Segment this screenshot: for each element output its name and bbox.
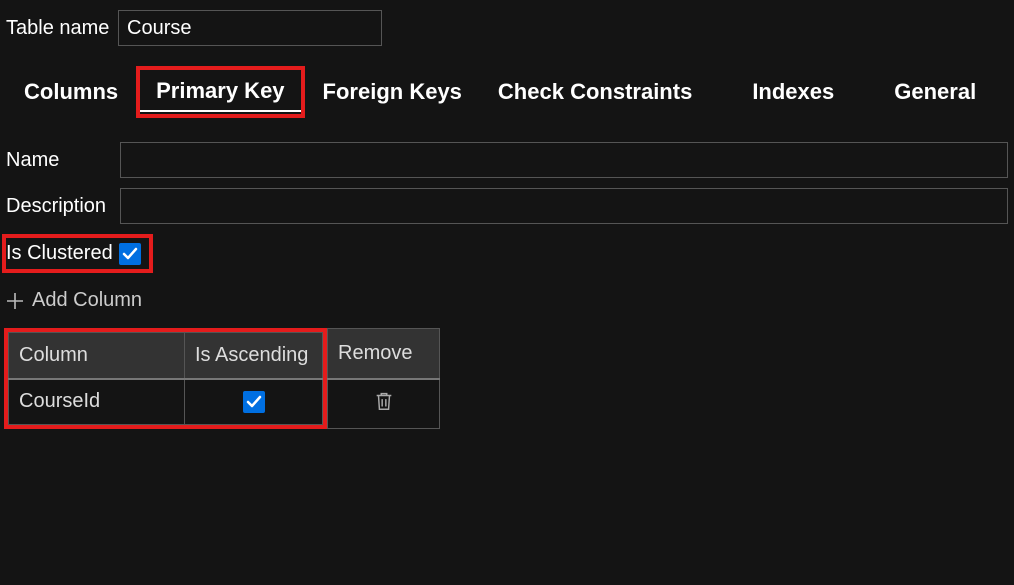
check-icon — [246, 394, 262, 410]
tab-columns[interactable]: Columns — [8, 73, 134, 111]
pk-header-remove: Remove — [328, 329, 440, 379]
pk-description-label: Description — [6, 195, 120, 218]
pk-name-input[interactable] — [120, 142, 1008, 178]
trash-icon — [373, 390, 395, 412]
tab-check-constraints[interactable]: Check Constraints — [482, 73, 708, 111]
pk-header-column: Column — [9, 333, 185, 379]
plus-icon — [6, 292, 24, 310]
check-icon — [122, 246, 138, 262]
tab-general[interactable]: General — [878, 73, 992, 111]
tab-indexes[interactable]: Indexes — [736, 73, 850, 111]
pk-description-input[interactable] — [120, 188, 1008, 224]
pk-row-column-name[interactable]: CourseId — [9, 379, 185, 425]
tab-foreign-keys[interactable]: Foreign Keys — [307, 73, 478, 111]
pk-is-clustered-label: Is Clustered — [6, 242, 113, 265]
pk-is-clustered-row: Is Clustered — [2, 234, 153, 273]
pk-is-clustered-checkbox[interactable] — [119, 243, 141, 265]
pk-name-label: Name — [6, 149, 120, 172]
table-name-label: Table name — [6, 17, 118, 40]
table-row — [328, 379, 440, 429]
add-column-button[interactable]: Add Column — [6, 289, 142, 312]
tabs-bar: Columns Primary Key Foreign Keys Check C… — [6, 66, 1008, 118]
table-name-input[interactable] — [118, 10, 382, 46]
pk-row-is-ascending-checkbox[interactable] — [243, 391, 265, 413]
pk-header-is-ascending: Is Ascending — [185, 333, 323, 379]
table-row: CourseId — [9, 379, 323, 425]
pk-row-remove-button[interactable] — [373, 390, 395, 412]
add-column-label: Add Column — [32, 289, 142, 312]
tab-primary-key[interactable]: Primary Key — [140, 72, 300, 112]
